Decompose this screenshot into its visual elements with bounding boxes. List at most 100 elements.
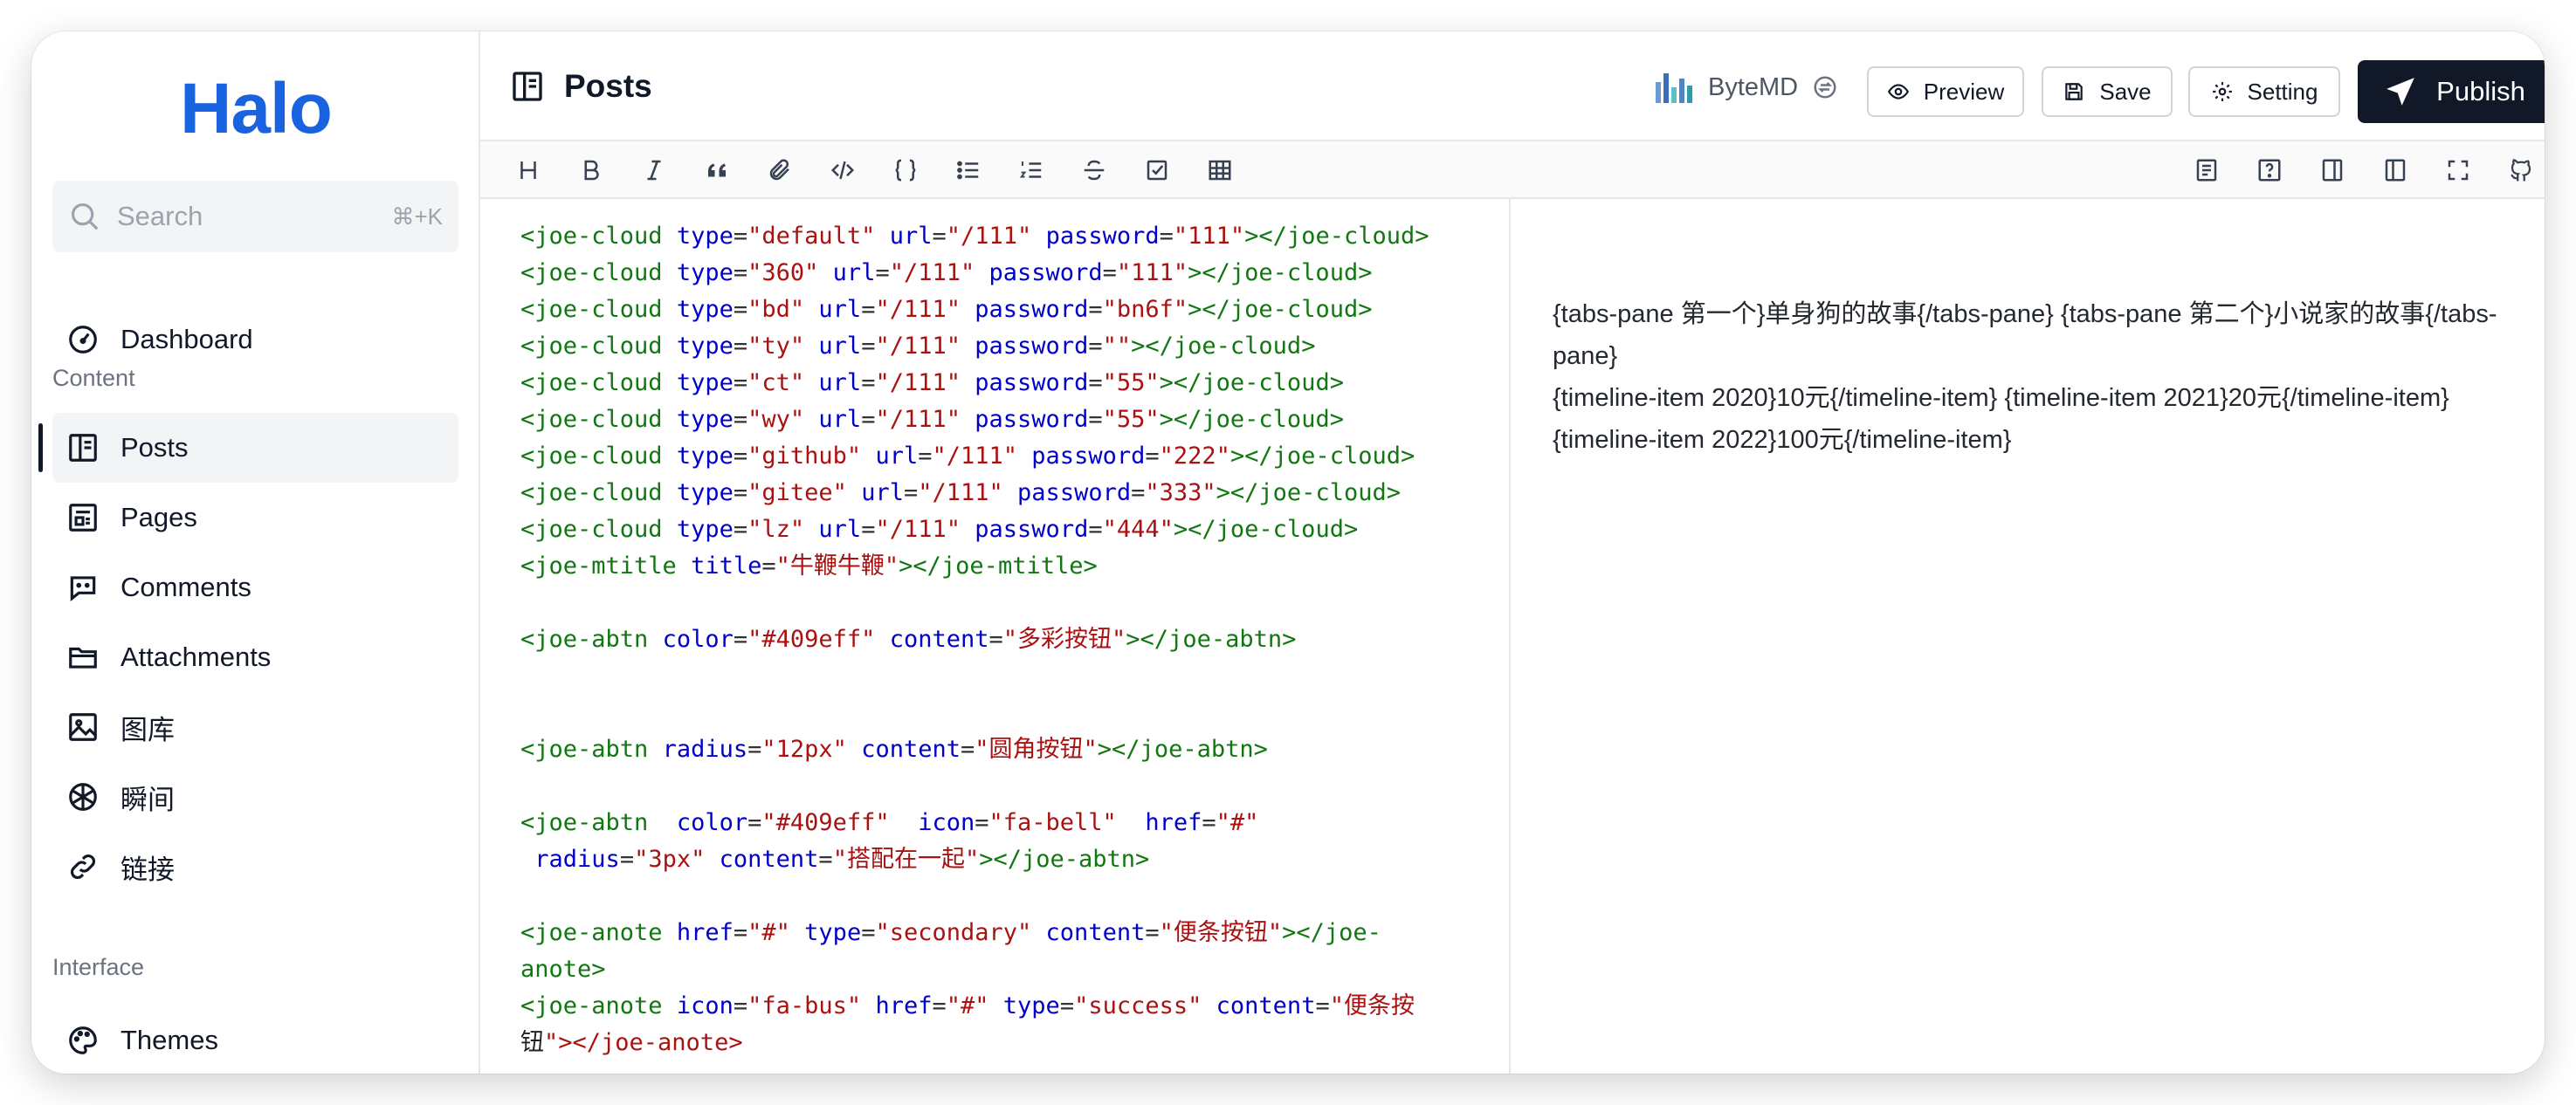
- posts-icon: [69, 434, 97, 462]
- page-title: Posts: [564, 68, 652, 104]
- task-list-button[interactable]: [1142, 155, 1172, 185]
- editor-line: <joe-abtn color="#409eff" icon="fa-bell"…: [520, 809, 1259, 836]
- heading-button[interactable]: [513, 155, 543, 185]
- editor-line: <joe-cloud type="ct" url="/111" password…: [520, 369, 1344, 396]
- send-icon: [2387, 78, 2414, 106]
- preview-button-label: Preview: [1923, 78, 2005, 105]
- help-icon: [2258, 159, 2281, 182]
- italic-icon: [647, 160, 661, 181]
- editor-line: 钮"></joe-anote>: [520, 1029, 743, 1056]
- table-icon: [1209, 160, 1231, 181]
- editor-line: <joe-anote href="#" type="secondary" con…: [520, 919, 1381, 946]
- heading-icon: [520, 161, 536, 179]
- setting-button-label: Setting: [2247, 78, 2318, 105]
- sidebar-item-posts[interactable]: Posts: [52, 413, 458, 483]
- code-block-button[interactable]: [891, 155, 920, 185]
- sidebar: Halo Search ⌘+K Dashboard Content Posts …: [31, 31, 480, 1074]
- preview-paragraph: {tabs-pane 第一个}单身狗的故事{/tabs-pane} {tabs-…: [1553, 300, 2497, 370]
- sidebar-item-label: 链接: [121, 854, 175, 885]
- active-indicator: [38, 423, 43, 472]
- switch-icon: [1814, 76, 1836, 99]
- sidebar-item-attachments[interactable]: Attachments: [52, 622, 458, 692]
- sidebar-item-comments[interactable]: Comments: [52, 552, 458, 622]
- bold-icon: [584, 160, 599, 181]
- braces-icon: [895, 159, 916, 182]
- editor-line: anote>: [520, 956, 606, 983]
- github-button[interactable]: [2506, 155, 2536, 185]
- sidebar-item-themes[interactable]: Themes: [52, 1005, 458, 1074]
- sidebar-item-pages[interactable]: Pages: [52, 483, 458, 552]
- fullscreen-button[interactable]: [2443, 155, 2473, 185]
- publish-button[interactable]: Publish: [2358, 60, 2545, 123]
- sidebar-item-label: Pages: [121, 502, 197, 532]
- checkbox-icon: [1147, 160, 1167, 181]
- editor-line: radius="3px" content="搭配在一起"></joe-abtn>: [534, 846, 1150, 873]
- sidebar-item-dashboard[interactable]: Dashboard: [52, 305, 458, 374]
- table-button[interactable]: [1205, 155, 1235, 185]
- fullscreen-icon: [2448, 160, 2469, 181]
- editor-line: <joe-abtn color="#409eff" content="多彩按钮"…: [520, 626, 1297, 653]
- save-button[interactable]: Save: [2042, 66, 2173, 117]
- editor-only-button[interactable]: [2380, 155, 2410, 185]
- main-content: Posts ByteMD Preview Save Setting Publis…: [480, 31, 2545, 1074]
- bytemd-logo-icon: [1656, 73, 1692, 103]
- app-window: Halo Search ⌘+K Dashboard Content Posts …: [31, 31, 2545, 1074]
- ordered-list-icon: [1019, 161, 1042, 178]
- sidebar-item-label: 瞬间: [121, 784, 175, 815]
- section-interface: Interface: [52, 954, 145, 980]
- paperclip-icon: [769, 159, 789, 181]
- eye-icon: [1887, 84, 1909, 100]
- link-icon: [71, 854, 95, 879]
- halo-logo[interactable]: Halo: [31, 68, 480, 150]
- preview-only-button[interactable]: [2318, 155, 2347, 185]
- image-icon: [69, 713, 97, 741]
- list-icon: [957, 161, 979, 180]
- code-icon: [830, 161, 855, 180]
- sidebar-item-gallery[interactable]: 图库: [52, 692, 458, 762]
- editor-line: <joe-cloud type="360" url="/111" passwor…: [520, 259, 1373, 286]
- editor-code[interactable]: <joe-cloud type="default" url="/111" pas…: [520, 218, 1490, 1061]
- editor-line: <joe-cloud type="bd" url="/111" password…: [520, 296, 1373, 323]
- help-button[interactable]: [2255, 155, 2284, 185]
- folder-icon: [69, 647, 97, 669]
- bold-button[interactable]: [576, 155, 606, 185]
- ordered-list-button[interactable]: [1016, 155, 1046, 185]
- save-icon: [2065, 83, 2084, 100]
- markdown-editor[interactable]: <joe-cloud type="default" url="/111" pas…: [480, 199, 1511, 1074]
- editor-line: <joe-cloud type="wy" url="/111" password…: [520, 406, 1344, 433]
- link-button[interactable]: [765, 155, 795, 185]
- page-header: Posts ByteMD Preview Save Setting Publis…: [480, 31, 2545, 141]
- strikethrough-button[interactable]: [1079, 155, 1109, 185]
- code-button[interactable]: [828, 155, 858, 185]
- toc-icon: [2196, 159, 2217, 182]
- search-input[interactable]: Search ⌘+K: [52, 181, 458, 252]
- sidebar-item-moments[interactable]: 瞬间: [52, 762, 458, 832]
- split-right-icon: [2322, 159, 2343, 182]
- editor-line: <joe-cloud type="gitee" url="/111" passw…: [520, 479, 1401, 506]
- sidebar-item-label: Themes: [121, 1025, 218, 1055]
- editor-switcher[interactable]: ByteMD: [1654, 70, 1838, 105]
- setting-button[interactable]: Setting: [2188, 66, 2340, 117]
- italic-button[interactable]: [639, 155, 669, 185]
- unordered-list-button[interactable]: [954, 155, 983, 185]
- publish-button-label: Publish: [2436, 76, 2525, 106]
- preview-button[interactable]: Preview: [1867, 66, 2024, 117]
- editor-line: <joe-cloud type="github" url="/111" pass…: [520, 443, 1415, 470]
- editor-line: <joe-cloud type="ty" url="/111" password…: [520, 333, 1316, 360]
- strikethrough-icon: [1084, 160, 1105, 181]
- save-button-label: Save: [2099, 78, 2152, 105]
- toc-button[interactable]: [2192, 155, 2221, 185]
- sidebar-item-label: Dashboard: [121, 324, 253, 354]
- sidebar-item-label: Posts: [121, 432, 189, 463]
- dashboard-icon: [69, 326, 97, 353]
- page-title-wrap: Posts: [510, 68, 652, 105]
- sidebar-item-links[interactable]: 链接: [52, 832, 458, 902]
- quote-button[interactable]: [702, 155, 732, 185]
- editor-name: ByteMD: [1708, 72, 1799, 101]
- gear-icon: [2212, 82, 2232, 101]
- sidebar-item-label: Comments: [121, 572, 251, 602]
- sidebar-item-label: Attachments: [121, 642, 272, 672]
